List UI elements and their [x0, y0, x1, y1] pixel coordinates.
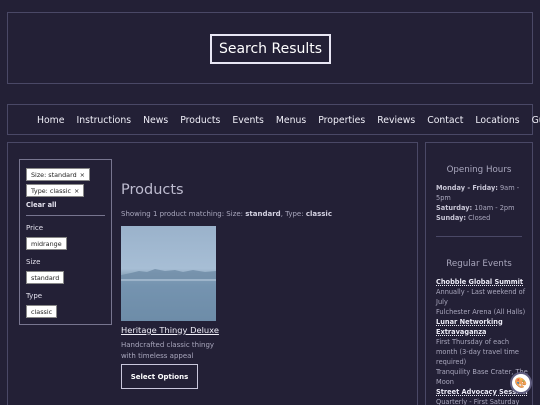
- size-option-standard[interactable]: standard: [26, 271, 65, 284]
- results-summary: Showing 1 product matching: Size: standa…: [121, 210, 332, 218]
- product-description: Handcrafted classic thingy with timeless…: [121, 341, 215, 360]
- active-filter-label: Type: classic: [31, 186, 72, 195]
- theme-switcher-button[interactable]: 🎨: [510, 372, 532, 394]
- nav-reviews[interactable]: Reviews: [377, 115, 415, 126]
- main-nav: Home Instructions News Products Events M…: [7, 104, 540, 135]
- hours-row: Sunday: Closed: [436, 214, 491, 222]
- product-name-link[interactable]: Heritage Thingy Deluxe: [121, 325, 219, 335]
- hours-row: Monday - Friday: 9am - 5pm: [436, 184, 520, 202]
- event-title-link[interactable]: Lunar Networking Extravaganza: [436, 317, 528, 337]
- type-filter-label: Type: [26, 292, 43, 300]
- landscape-image: [121, 269, 216, 321]
- nav-menus[interactable]: Menus: [276, 115, 306, 126]
- summary-prefix: Showing 1 product matching: Size:: [121, 210, 246, 218]
- filter-divider: [26, 215, 105, 216]
- remove-icon[interactable]: ×: [74, 187, 79, 195]
- nav-guide[interactable]: Guide: [532, 115, 540, 126]
- select-options-button[interactable]: Select Options: [121, 364, 198, 389]
- price-option-midrange[interactable]: midrange: [26, 237, 67, 250]
- remove-icon[interactable]: ×: [80, 171, 85, 179]
- active-filter-type[interactable]: Type: classic ×: [26, 184, 85, 197]
- clear-all-link[interactable]: Clear all: [26, 201, 57, 209]
- summary-mid: , Type:: [280, 210, 306, 218]
- page-title: Search Results: [210, 34, 331, 64]
- summary-type: classic: [305, 210, 332, 218]
- summary-size: standard: [245, 210, 281, 218]
- site-header: Search Results: [7, 12, 533, 84]
- type-option-classic[interactable]: classic: [26, 305, 58, 318]
- filter-panel: Size: standard × Type: classic × Clear a…: [19, 159, 112, 325]
- regular-events-heading: Regular Events: [446, 259, 512, 269]
- hours-row: Saturday: 10am - 2pm: [436, 204, 515, 212]
- event-schedule: First Thursday of each month (3-day trav…: [436, 338, 519, 366]
- nav-locations[interactable]: Locations: [475, 115, 519, 126]
- active-filter-label: Size: standard: [31, 170, 77, 179]
- sidebar: Opening Hours Monday - Friday: 9am - 5pm…: [425, 142, 533, 405]
- main-content: Size: standard × Type: classic × Clear a…: [7, 142, 418, 405]
- nav-properties[interactable]: Properties: [318, 115, 365, 126]
- event-schedule: Quarterly - First Saturday: [436, 398, 520, 405]
- size-filter-label: Size: [26, 258, 41, 266]
- nav-events[interactable]: Events: [232, 115, 263, 126]
- event-schedule: Annually - Last weekend of July: [436, 288, 526, 306]
- product-image[interactable]: [121, 226, 216, 321]
- event-title-link[interactable]: Chobble Global Summit: [436, 277, 528, 287]
- price-filter-label: Price: [26, 224, 44, 232]
- event-location: Fulchester Arena (All Halls): [436, 308, 526, 316]
- palette-icon: 🎨: [514, 377, 528, 389]
- nav-news[interactable]: News: [143, 115, 168, 126]
- opening-hours-list: Monday - Friday: 9am - 5pm Saturday: 10a…: [436, 183, 528, 223]
- nav-home[interactable]: Home: [37, 115, 64, 126]
- sidebar-divider: [436, 236, 522, 237]
- active-filter-size[interactable]: Size: standard ×: [26, 168, 91, 181]
- opening-hours-heading: Opening Hours: [446, 165, 512, 175]
- products-heading: Products: [121, 182, 184, 198]
- nav-products[interactable]: Products: [180, 115, 220, 126]
- nav-contact[interactable]: Contact: [427, 115, 463, 126]
- nav-instructions[interactable]: Instructions: [76, 115, 131, 126]
